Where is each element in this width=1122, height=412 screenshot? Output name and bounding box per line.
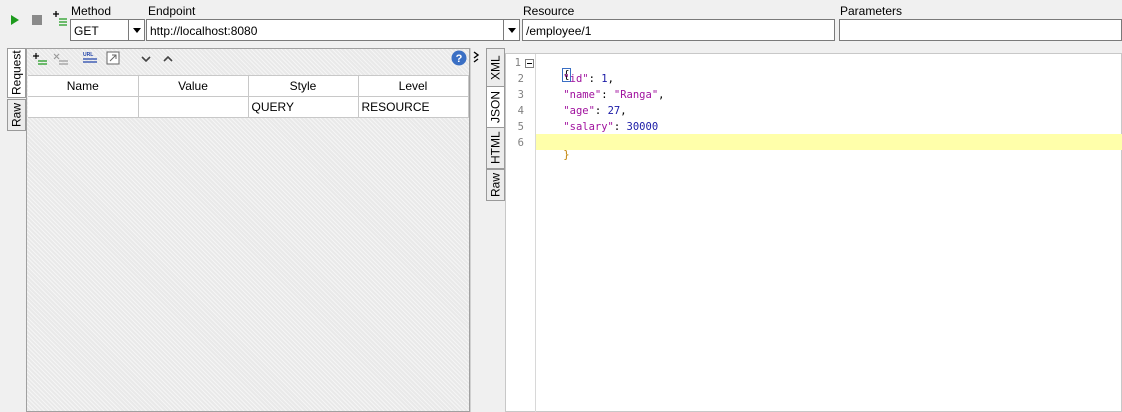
move-down-icon[interactable] <box>141 55 151 63</box>
method-value: GET <box>74 24 99 38</box>
method-label: Method <box>71 4 112 18</box>
tab-xml-label: XML <box>488 55 503 81</box>
table-row[interactable]: QUERY RESOURCE <box>28 96 469 118</box>
remove-param-icon[interactable] <box>53 51 69 67</box>
col-name-header[interactable]: Name <box>28 75 139 97</box>
current-line-highlight <box>536 134 1122 150</box>
tab-html-label: HTML <box>488 131 503 165</box>
json-value: 27 <box>607 105 621 117</box>
json-key: "id" <box>563 73 589 85</box>
code-line-3: "name": "Ranga", <box>563 89 665 101</box>
param-name-cell[interactable] <box>28 96 139 118</box>
svg-text:URL: URL <box>83 52 93 58</box>
json-key: "salary" <box>563 121 614 133</box>
collapse-left-icon[interactable] <box>472 50 480 64</box>
editor-gutter-divider <box>535 54 536 412</box>
json-value: 30000 <box>626 121 659 133</box>
tab-raw-request-label: Raw <box>9 103 24 128</box>
params-table: Name Value Style Level QUERY RESOURCE <box>28 75 469 118</box>
method-dropdown-button[interactable] <box>128 19 145 41</box>
play-icon[interactable] <box>10 14 20 26</box>
chevron-down-icon <box>507 27 516 33</box>
line-number: 5 <box>517 121 524 133</box>
resource-value: /employee/1 <box>526 24 592 38</box>
splitter[interactable] <box>470 48 485 412</box>
json-value: "Ranga" <box>613 89 659 101</box>
parameters-label: Parameters <box>840 4 903 18</box>
param-style-cell[interactable]: QUERY <box>248 96 359 118</box>
resource-label: Resource <box>523 4 575 18</box>
col-level-header[interactable]: Level <box>358 75 469 97</box>
endpoint-value: http://localhost:8080 <box>150 24 258 38</box>
parameters-field[interactable] <box>839 19 1122 41</box>
tab-raw-response-label: Raw <box>488 173 503 198</box>
chevron-down-icon <box>132 27 141 33</box>
col-value-header[interactable]: Value <box>138 75 249 97</box>
json-comma: , <box>607 73 614 85</box>
tab-request-label: Request <box>9 50 24 96</box>
line-number: 6 <box>517 137 524 149</box>
add-param-icon[interactable] <box>32 51 48 67</box>
code-line-2: "id": 1, <box>563 73 614 85</box>
param-value-cell[interactable] <box>138 96 249 118</box>
resource-field[interactable]: /employee/1 <box>522 19 835 41</box>
tab-json[interactable]: JSON <box>486 86 505 128</box>
params-header-row: Name Value Style Level <box>28 75 469 97</box>
code-line-6: } <box>538 137 570 173</box>
tab-raw-request[interactable]: Raw <box>7 99 26 131</box>
stop-icon[interactable] <box>32 15 42 25</box>
json-key: "age" <box>563 105 595 117</box>
add-endpoint-icon[interactable] <box>52 9 68 27</box>
endpoint-label: Endpoint <box>148 4 196 18</box>
svg-text:?: ? <box>456 53 463 65</box>
json-key: "name" <box>563 89 602 101</box>
col-style-header[interactable]: Style <box>248 75 359 97</box>
help-icon[interactable]: ? <box>451 50 467 66</box>
json-comma: , <box>658 89 665 101</box>
fold-icon[interactable] <box>525 59 534 68</box>
json-comma: , <box>620 105 627 117</box>
line-number: 1 <box>514 57 521 69</box>
move-up-icon[interactable] <box>163 55 173 63</box>
tab-raw-response[interactable]: Raw <box>486 169 505 201</box>
code-line-5: "salary": 30000 <box>563 121 659 133</box>
param-level-cell[interactable]: RESOURCE <box>358 96 469 118</box>
endpoint-field[interactable]: http://localhost:8080 <box>146 19 504 41</box>
line-number: 2 <box>517 73 524 85</box>
line-number: 3 <box>517 89 524 101</box>
tab-request[interactable]: Request <box>7 48 26 98</box>
tab-html[interactable]: HTML <box>486 127 505 169</box>
expand-icon[interactable] <box>106 51 120 65</box>
url-icon[interactable]: URL <box>81 50 99 66</box>
endpoint-dropdown-button[interactable] <box>503 19 520 41</box>
code-line-4: "age": 27, <box>563 105 627 117</box>
line-number: 4 <box>517 105 524 117</box>
close-brace: } <box>563 149 570 161</box>
tab-json-label: JSON <box>488 91 503 124</box>
